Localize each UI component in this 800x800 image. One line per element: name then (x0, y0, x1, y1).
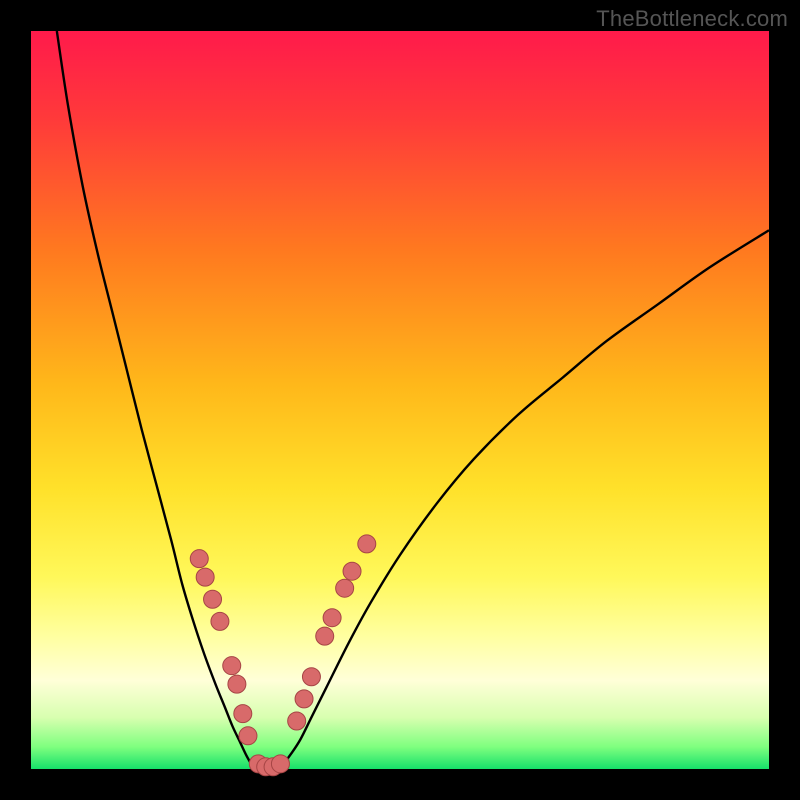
marker-point (358, 535, 376, 553)
marker-point (204, 590, 222, 608)
chart-frame: TheBottleneck.com (0, 0, 800, 800)
chart-svg (0, 0, 800, 800)
marker-point (271, 755, 289, 773)
marker-point (302, 668, 320, 686)
marker-point (343, 562, 361, 580)
marker-point (196, 568, 214, 586)
marker-point (323, 609, 341, 627)
marker-point (190, 550, 208, 568)
marker-point (295, 690, 313, 708)
marker-point (211, 612, 229, 630)
marker-point (234, 705, 252, 723)
marker-point (316, 627, 334, 645)
marker-point (336, 579, 354, 597)
marker-point (228, 675, 246, 693)
marker-point (239, 727, 257, 745)
marker-point (288, 712, 306, 730)
marker-point (223, 657, 241, 675)
plot-background (31, 31, 769, 769)
